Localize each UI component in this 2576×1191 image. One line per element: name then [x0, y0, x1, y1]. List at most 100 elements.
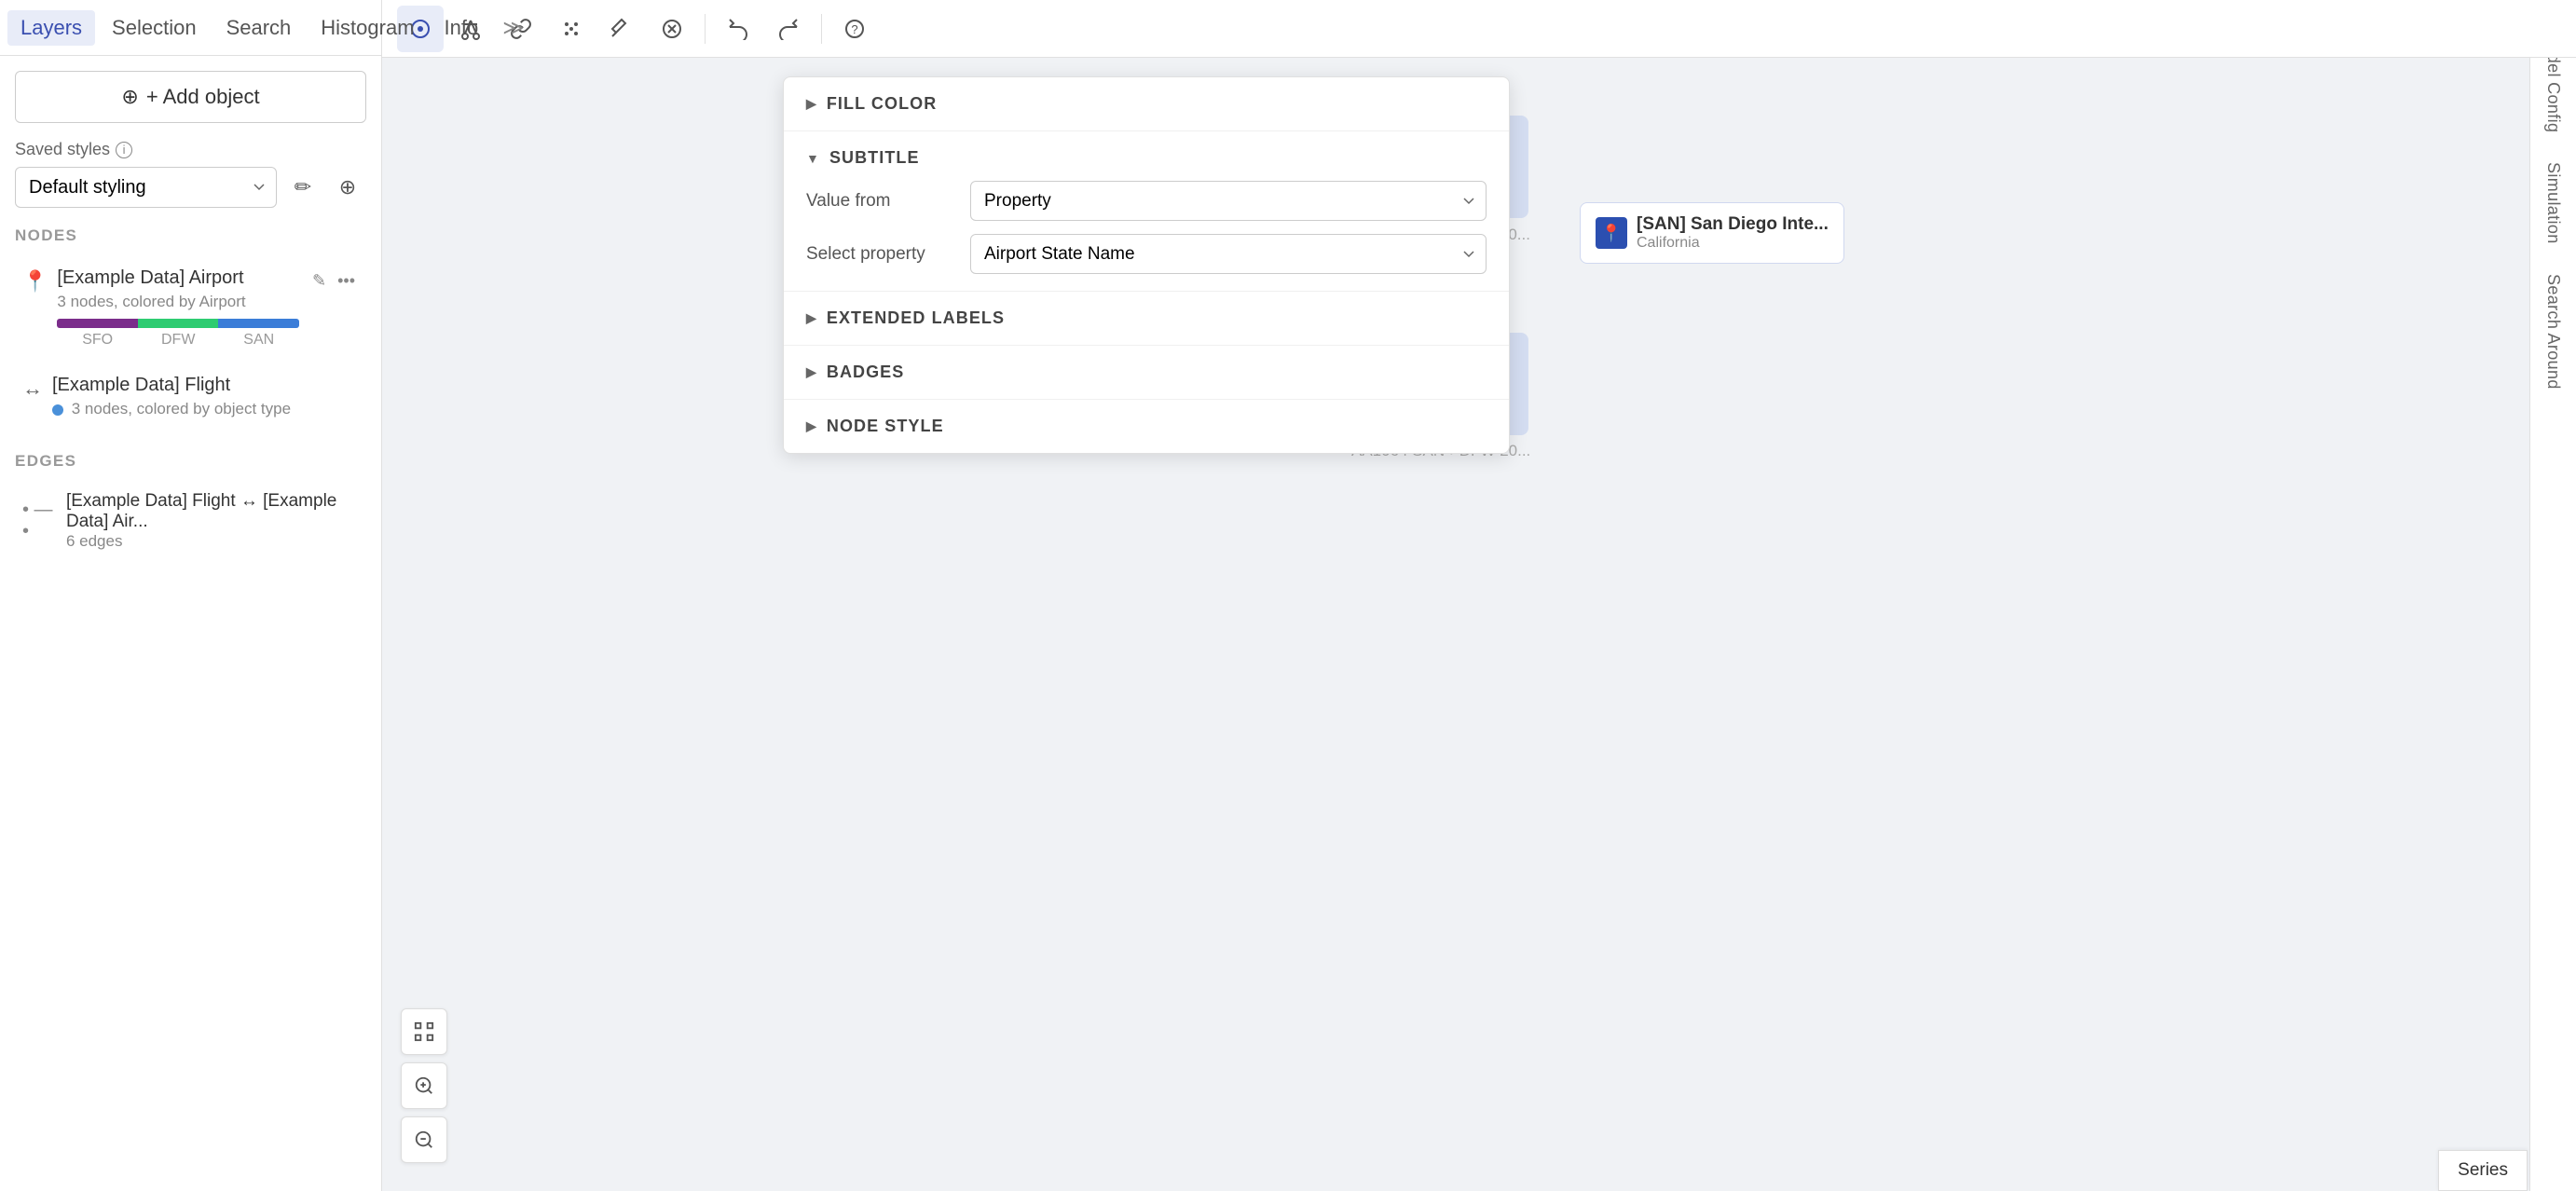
- flight-dot-icon: [52, 404, 63, 416]
- nodes-section-title: NODES: [15, 226, 366, 245]
- node-style-label: NODE STYLE: [827, 417, 944, 436]
- saved-styles-label: Saved styles i: [15, 140, 366, 159]
- undo-button[interactable]: [715, 6, 761, 52]
- airport-layer-name: [Example Data] Airport: [57, 267, 299, 289]
- popup-section-subtitle: ▼ SUBTITLE Value from Property Select pr…: [784, 131, 1509, 292]
- extended-labels-label: EXTENDED LABELS: [827, 308, 1005, 328]
- color-bar-labels: SFO DFW SAN: [57, 332, 299, 349]
- style-select[interactable]: Default styling: [15, 167, 277, 208]
- layer-item-airport[interactable]: 📍 [Example Data] Airport 3 nodes, colore…: [15, 256, 366, 360]
- popup-section-fill-color: ▶ FILL COLOR: [784, 77, 1509, 131]
- popup-section-badges: ▶ BADGES: [784, 346, 1509, 400]
- tab-info[interactable]: Info: [432, 10, 492, 46]
- node-style-arrow: ▶: [806, 418, 817, 434]
- edges-section-title: EDGES: [15, 452, 366, 471]
- edit-style-button[interactable]: ✏: [284, 169, 322, 206]
- badges-label: BADGES: [827, 363, 905, 382]
- location-pin-icon: 📍: [22, 269, 48, 294]
- color-label-dfw: DFW: [138, 332, 219, 349]
- badges-header[interactable]: ▶ BADGES: [806, 363, 1487, 382]
- style-selector-row: Default styling ✏ ⊕: [15, 167, 366, 208]
- tab-histogram[interactable]: Histogram: [308, 10, 427, 46]
- add-style-button[interactable]: ⊕: [329, 169, 366, 206]
- subtitle-arrow: ▼: [806, 151, 820, 166]
- edge-arrows-icon: • — •: [22, 500, 57, 542]
- right-panel-search-around[interactable]: Search Around: [2540, 263, 2567, 401]
- pin-icon-san: 📍: [1596, 217, 1627, 249]
- tab-layers[interactable]: Layers: [7, 10, 95, 46]
- info-icon[interactable]: i: [116, 142, 132, 158]
- node-san[interactable]: 📍 [SAN] San Diego Inte... California: [1580, 202, 1844, 264]
- flight-layer-info: [Example Data] Flight 3 nodes, colored b…: [52, 375, 359, 426]
- airport-color-bars: [57, 319, 299, 328]
- airport-layer-info: [Example Data] Airport 3 nodes, colored …: [57, 267, 299, 349]
- node-title-san: [SAN] San Diego Inte...: [1637, 214, 1829, 235]
- node-style-header[interactable]: ▶ NODE STYLE: [806, 417, 1487, 436]
- add-object-button[interactable]: ⊕ + Add object: [15, 71, 366, 123]
- brush-tool-button[interactable]: [598, 6, 645, 52]
- sidebar-tabs: Layers Selection Search Histogram Info ≫: [0, 0, 381, 56]
- value-from-row: Value from Property: [806, 181, 1487, 221]
- fill-color-arrow: ▶: [806, 96, 817, 112]
- airport-layer-actions: ✎ •••: [308, 267, 359, 294]
- fit-button[interactable]: [401, 1008, 447, 1055]
- node-sub-san: California: [1637, 235, 1829, 252]
- extended-labels-arrow: ▶: [806, 310, 817, 326]
- fill-color-label: FILL COLOR: [827, 94, 937, 114]
- color-label-san: SAN: [218, 332, 299, 349]
- tab-selection[interactable]: Selection: [99, 10, 210, 46]
- fill-color-header[interactable]: ▶ FILL COLOR: [806, 94, 1487, 114]
- sidebar: Layers Selection Search Histogram Info ≫…: [0, 0, 382, 1191]
- svg-text:?: ?: [851, 22, 857, 36]
- right-panel: Model Config Simulation Search Around: [2529, 0, 2576, 1191]
- edge-item-info: [Example Data] Flight ↔ [Example Data] A…: [66, 491, 359, 551]
- layer-item-flight[interactable]: ↔ [Example Data] Flight 3 nodes, colored…: [15, 363, 366, 437]
- flight-arrows-icon: ↔: [22, 376, 43, 401]
- tab-search[interactable]: Search: [213, 10, 305, 46]
- zoom-out-button[interactable]: [401, 1116, 447, 1163]
- popup-panel: ▶ FILL COLOR ▼ SUBTITLE Value from Prope…: [783, 76, 1510, 454]
- node-text-san: [SAN] San Diego Inte... California: [1637, 214, 1829, 252]
- extended-labels-header[interactable]: ▶ EXTENDED LABELS: [806, 308, 1487, 328]
- toolbar: ?: [382, 0, 2576, 58]
- collapse-sidebar-button[interactable]: ≫: [495, 12, 531, 44]
- color-label-sfo: SFO: [57, 332, 138, 349]
- airport-layer-sub: 3 nodes, colored by Airport: [57, 293, 299, 311]
- flight-layer-name: [Example Data] Flight: [52, 375, 359, 396]
- right-panel-simulation[interactable]: Simulation: [2540, 151, 2567, 255]
- main-area: ? AA1064 DFW->SAN 20... AA1064 SAN->DFW …: [382, 0, 2576, 1191]
- popup-section-node-style: ▶ NODE STYLE: [784, 400, 1509, 453]
- sidebar-content: ⊕ + Add object Saved styles i Default st…: [0, 56, 381, 1191]
- subtitle-label: SUBTITLE: [829, 148, 920, 168]
- plus-circle-icon: ⊕: [121, 85, 138, 109]
- value-from-select[interactable]: Property: [970, 181, 1487, 221]
- color-bar-dfw: [138, 319, 219, 328]
- select-property-row: Select property Airport State Name: [806, 234, 1487, 274]
- redo-button[interactable]: [765, 6, 812, 52]
- flight-layer-sub: 3 nodes, colored by object type: [52, 400, 359, 418]
- value-from-label: Value from: [806, 191, 955, 212]
- airport-more-button[interactable]: •••: [334, 267, 359, 294]
- node-card-san[interactable]: 📍 [SAN] San Diego Inte... California: [1580, 202, 1844, 264]
- edge-name: [Example Data] Flight ↔ [Example Data] A…: [66, 491, 359, 532]
- badges-arrow: ▶: [806, 364, 817, 380]
- edge-sub: 6 edges: [66, 532, 359, 551]
- series-button[interactable]: Series: [2438, 1150, 2528, 1191]
- edge-item-flight-airport[interactable]: • — • [Example Data] Flight ↔ [Example D…: [15, 482, 366, 560]
- airport-edit-button[interactable]: ✎: [308, 267, 330, 294]
- toolbar-separator-1: [705, 14, 706, 44]
- select-property-label: Select property: [806, 244, 955, 265]
- color-bar-san: [218, 319, 299, 328]
- color-bar-sfo: [57, 319, 138, 328]
- help-button[interactable]: ?: [831, 6, 878, 52]
- zoom-in-button[interactable]: [401, 1062, 447, 1109]
- toolbar-separator-2: [821, 14, 822, 44]
- subtitle-header[interactable]: ▼ SUBTITLE: [806, 148, 1487, 168]
- add-object-label: + Add object: [146, 85, 260, 109]
- scatter-tool-button[interactable]: [548, 6, 595, 52]
- edges-section: EDGES • — • [Example Data] Flight ↔ [Exa…: [15, 452, 366, 560]
- select-property-select[interactable]: Airport State Name: [970, 234, 1487, 274]
- bottom-controls: [401, 1008, 447, 1163]
- close-tool-button[interactable]: [649, 6, 695, 52]
- popup-section-extended-labels: ▶ EXTENDED LABELS: [784, 292, 1509, 346]
